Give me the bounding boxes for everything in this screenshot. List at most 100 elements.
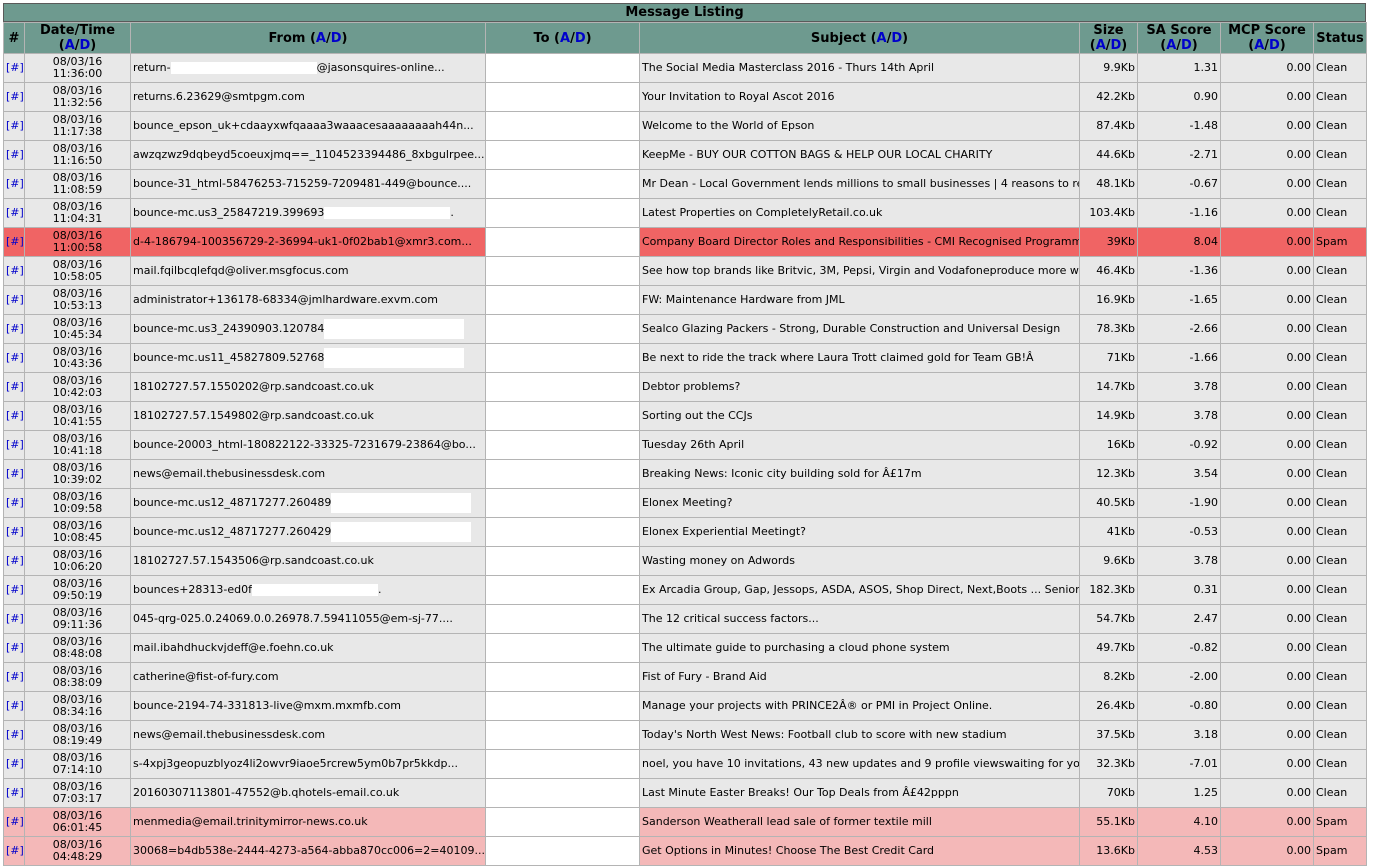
row-link[interactable]: [#] [6, 90, 24, 103]
row-link[interactable]: [#] [6, 670, 24, 683]
row-link[interactable]: [#] [6, 409, 24, 422]
row-sa-score: -1.90 [1137, 488, 1221, 518]
row-datetime: 08/03/16 10:41:55 [24, 401, 131, 431]
sort-datetime-desc-link[interactable]: D [80, 38, 91, 53]
table-row[interactable]: [#] 08/03/16 10:42:03 18102727.57.1550202… [3, 372, 1367, 402]
row-link[interactable]: [#] [6, 583, 24, 596]
table-row[interactable]: [#] 08/03/16 11:04:31 bounce-mc.us3_25847… [3, 198, 1367, 228]
table-row[interactable]: [#] 08/03/16 08:19:49 news@email.thebusin… [3, 720, 1367, 750]
row-from: bounce-31_html-58476253-715259-7209481-4… [130, 169, 486, 199]
sort-subject-desc-link[interactable]: D [891, 31, 902, 46]
table-row[interactable]: [#] 08/03/16 09:11:36 045-qrg-025.0.24069… [3, 604, 1367, 634]
table-row[interactable]: [#] 08/03/16 11:36:00 return- @jasonsquire… [3, 53, 1367, 83]
table-row[interactable]: [#] 08/03/16 07:03:17 20160307113801-4755… [3, 778, 1367, 808]
table-row[interactable]: [#] 08/03/16 10:45:34 bounce-mc.us3_24390… [3, 314, 1367, 344]
row-from-suffix: @jasonsquires-online... [316, 61, 445, 74]
sort-subject-asc-link[interactable]: A [877, 31, 887, 46]
row-from-text: 18102727.57.1549802@rp.sandcoast.co.uk [133, 409, 374, 422]
row-link[interactable]: [#] [6, 844, 24, 857]
table-row[interactable]: [#] 08/03/16 11:16:50 awzqzwz9dqbeyd5coeu… [3, 140, 1367, 170]
row-size: 16Kb [1079, 430, 1138, 460]
row-link[interactable]: [#] [6, 206, 24, 219]
row-link[interactable]: [#] [6, 235, 24, 248]
row-to [485, 720, 640, 750]
table-row[interactable]: [#] 08/03/16 09:50:19 bounces+28313-ed0f.… [3, 575, 1367, 605]
table-row[interactable]: [#] 08/03/16 10:08:45 bounce-mc.us12_4871… [3, 517, 1367, 547]
sort-datetime-asc-link[interactable]: A [65, 38, 75, 53]
table-row[interactable]: [#] 08/03/16 10:39:02 news@email.thebusin… [3, 459, 1367, 489]
sort-sa-asc-link[interactable]: A [1166, 38, 1176, 53]
row-link[interactable]: [#] [6, 728, 24, 741]
row-link[interactable]: [#] [6, 351, 24, 364]
row-link[interactable]: [#] [6, 380, 24, 393]
row-link[interactable]: [#] [6, 786, 24, 799]
row-link[interactable]: [#] [6, 554, 24, 567]
row-link[interactable]: [#] [6, 177, 24, 190]
row-size: 14.7Kb [1079, 372, 1138, 402]
row-to [485, 169, 640, 199]
row-link[interactable]: [#] [6, 757, 24, 770]
row-from-text: returns.6.23629@smtpgm.com [133, 90, 305, 103]
row-link[interactable]: [#] [6, 612, 24, 625]
table-row[interactable]: [#] 08/03/16 06:01:45 menmedia@email.trin… [3, 807, 1367, 837]
table-row[interactable]: [#] 08/03/16 10:06:20 18102727.57.1543506… [3, 546, 1367, 576]
sort-mcp-asc-link[interactable]: A [1254, 38, 1264, 53]
table-row[interactable]: [#] 08/03/16 11:32:56 returns.6.23629@smt… [3, 82, 1367, 112]
row-mcp-score: 0.00 [1220, 604, 1314, 634]
table-row[interactable]: [#] 08/03/16 04:48:29 30068=b4db538e-2444… [3, 836, 1367, 866]
row-sa-score: 8.04 [1137, 227, 1221, 257]
row-link[interactable]: [#] [6, 641, 24, 654]
table-row[interactable]: [#] 08/03/16 10:09:58 bounce-mc.us12_4871… [3, 488, 1367, 518]
sort-to-asc-link[interactable]: A [560, 31, 570, 46]
table-row[interactable]: [#] 08/03/16 10:41:55 18102727.57.1549802… [3, 401, 1367, 431]
row-status: Clean [1313, 111, 1367, 141]
row-size: 71Kb [1079, 343, 1138, 373]
row-link[interactable]: [#] [6, 61, 24, 74]
table-row[interactable]: [#] 08/03/16 11:17:38 bounce_epson_uk+cda… [3, 111, 1367, 141]
row-to [485, 633, 640, 663]
row-status: Clean [1313, 575, 1367, 605]
row-mcp-score: 0.00 [1220, 691, 1314, 721]
sort-sa-desc-link[interactable]: D [1181, 38, 1192, 53]
row-subject: Latest Properties on CompletelyRetail.co… [639, 198, 1080, 228]
sort-mcp-desc-link[interactable]: D [1269, 38, 1280, 53]
table-row[interactable]: [#] 08/03/16 10:58:05 mail.fqilbcqlefqd@o… [3, 256, 1367, 286]
row-link[interactable]: [#] [6, 525, 24, 538]
redaction-block [170, 62, 317, 74]
row-link[interactable]: [#] [6, 322, 24, 335]
sort-to-desc-link[interactable]: D [575, 31, 586, 46]
row-link[interactable]: [#] [6, 438, 24, 451]
row-time: 11:16:50 [52, 154, 103, 167]
row-subject: Manage your projects with PRINCE2Â® or P… [639, 691, 1080, 721]
table-row[interactable]: [#] 08/03/16 10:41:18 bounce-20003_html-1… [3, 430, 1367, 460]
row-mcp-score: 0.00 [1220, 662, 1314, 692]
row-from: bounce_epson_uk+cdaayxwfqaaaa3waaacesaaa… [130, 111, 486, 141]
row-link[interactable]: [#] [6, 699, 24, 712]
row-link[interactable]: [#] [6, 264, 24, 277]
row-datetime: 08/03/16 10:08:45 [24, 517, 131, 547]
row-link[interactable]: [#] [6, 815, 24, 828]
table-row[interactable]: [#] 08/03/16 08:48:08 mail.ibahdhuckvjdef… [3, 633, 1367, 663]
row-datetime: 08/03/16 10:42:03 [24, 372, 131, 402]
sort-size-desc-link[interactable]: D [1111, 38, 1122, 53]
table-row[interactable]: [#] 08/03/16 08:34:16 bounce-2194-74-3318… [3, 691, 1367, 721]
sort-size-asc-link[interactable]: A [1096, 38, 1106, 53]
row-link[interactable]: [#] [6, 148, 24, 161]
row-datetime: 08/03/16 11:36:00 [24, 53, 131, 83]
sort-from-desc-link[interactable]: D [331, 31, 342, 46]
row-to [485, 140, 640, 170]
row-link[interactable]: [#] [6, 293, 24, 306]
row-status: Clean [1313, 662, 1367, 692]
table-row[interactable]: [#] 08/03/16 11:08:59 bounce-31_html-5847… [3, 169, 1367, 199]
sort-from-asc-link[interactable]: A [316, 31, 326, 46]
row-link[interactable]: [#] [6, 467, 24, 480]
table-row[interactable]: [#] 08/03/16 08:38:09 catherine@fist-of-f… [3, 662, 1367, 692]
table-row[interactable]: [#] 08/03/16 07:14:10 s-4xpj3geopuzblyoz4… [3, 749, 1367, 779]
table-row[interactable]: [#] 08/03/16 10:43:36 bounce-mc.us11_4582… [3, 343, 1367, 373]
table-row[interactable]: [#] 08/03/16 10:53:13 administrator+13617… [3, 285, 1367, 315]
row-link[interactable]: [#] [6, 496, 24, 509]
row-from: 18102727.57.1549802@rp.sandcoast.co.uk [130, 401, 486, 431]
table-row[interactable]: [#] 08/03/16 11:00:58 d-4-186794-10035672… [3, 227, 1367, 257]
row-status: Clean [1313, 720, 1367, 750]
row-link[interactable]: [#] [6, 119, 24, 132]
